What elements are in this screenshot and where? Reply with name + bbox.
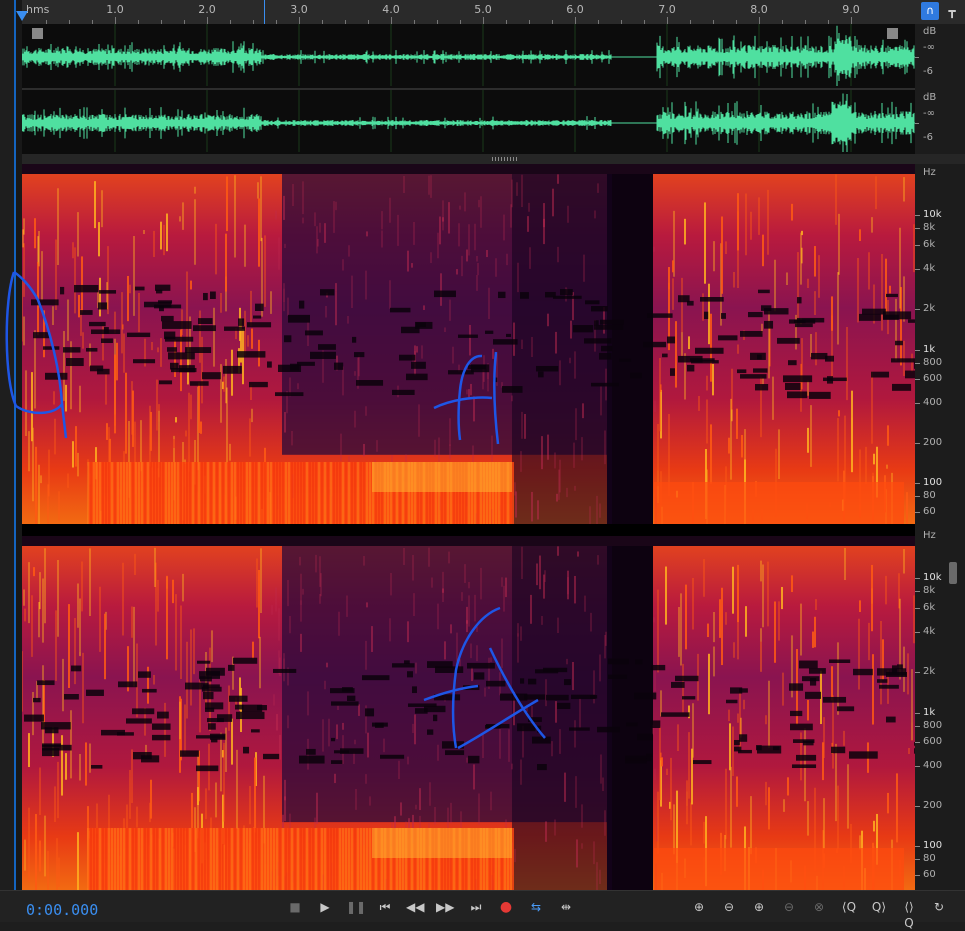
play-icon: ▶ <box>320 900 330 914</box>
fast-forward-button[interactable]: ▶▶ <box>436 899 454 915</box>
zoom-reset-button[interactable]: ↻ <box>930 899 948 915</box>
zoom-out-full-button[interactable]: ⊖ <box>780 899 798 915</box>
zoom-selection-icon: ⊗ <box>813 900 825 914</box>
record-icon: ● <box>499 899 513 915</box>
zoom-out-full-icon: ⊖ <box>783 900 795 914</box>
play-button[interactable]: ▶ <box>316 899 334 915</box>
skip-forward-icon: ⏭ <box>470 900 482 914</box>
zoom-in-amplitude-button[interactable]: ⊕ <box>690 899 708 915</box>
pause-icon: ❚❚ <box>346 900 367 914</box>
zoom-in-right-icon: Q⟩ <box>871 900 887 914</box>
skip-selection-icon: ⇹ <box>560 900 572 914</box>
zoom-selection-button[interactable]: ⊗ <box>810 899 828 915</box>
move-to-next-button[interactable]: ⏭ <box>467 899 485 915</box>
zoom-in-right-button[interactable]: Q⟩ <box>870 899 888 915</box>
loop-button[interactable]: ⇆ <box>527 899 545 915</box>
zoom-reset-icon: ↻ <box>933 900 945 914</box>
handwritten-annotation <box>5 270 546 750</box>
zoom-in-time-icon: ⊕ <box>753 900 765 914</box>
skip-selection-button[interactable]: ⇹ <box>557 899 575 915</box>
zoom-in-left-button[interactable]: ⟨Q <box>840 899 858 915</box>
zoom-in-time-button[interactable]: ⊕ <box>750 899 768 915</box>
loop-icon: ⇆ <box>530 900 542 914</box>
skip-back-icon: ⏮ <box>379 900 391 914</box>
current-time-display[interactable]: 0:00.000 <box>26 901 98 919</box>
fast-forward-icon: ▶▶ <box>436 900 455 914</box>
zoom-out-amplitude-button[interactable]: ⊖ <box>720 899 738 915</box>
rewind-icon: ◀◀ <box>406 900 425 914</box>
zoom-out-range-icon: ⟨⟩Q <box>904 900 914 930</box>
zoom-in-left-icon: ⟨Q <box>841 900 857 914</box>
stop-button[interactable]: ■ <box>286 899 304 915</box>
stop-icon: ■ <box>289 900 301 914</box>
rewind-button[interactable]: ◀◀ <box>406 899 424 915</box>
pause-button[interactable]: ❚❚ <box>346 899 367 915</box>
zoom-out-amplitude-icon: ⊖ <box>723 900 735 914</box>
zoom-in-amplitude-icon: ⊕ <box>693 900 705 914</box>
move-to-previous-button[interactable]: ⏮ <box>376 899 394 915</box>
record-button[interactable]: ● <box>497 899 515 915</box>
transport-toolbar: 0:00.000 ■ ▶ ❚❚ ⏮ ◀◀ ▶▶ ⏭ ● ⇆ ⇹ ⊕ ⊖ ⊕ ⊖ ⊗ ⟨Q Q⟩ ⟨⟩Q ↻ <box>0 890 965 930</box>
zoom-out-range-button[interactable]: ⟨⟩Q <box>900 899 918 930</box>
